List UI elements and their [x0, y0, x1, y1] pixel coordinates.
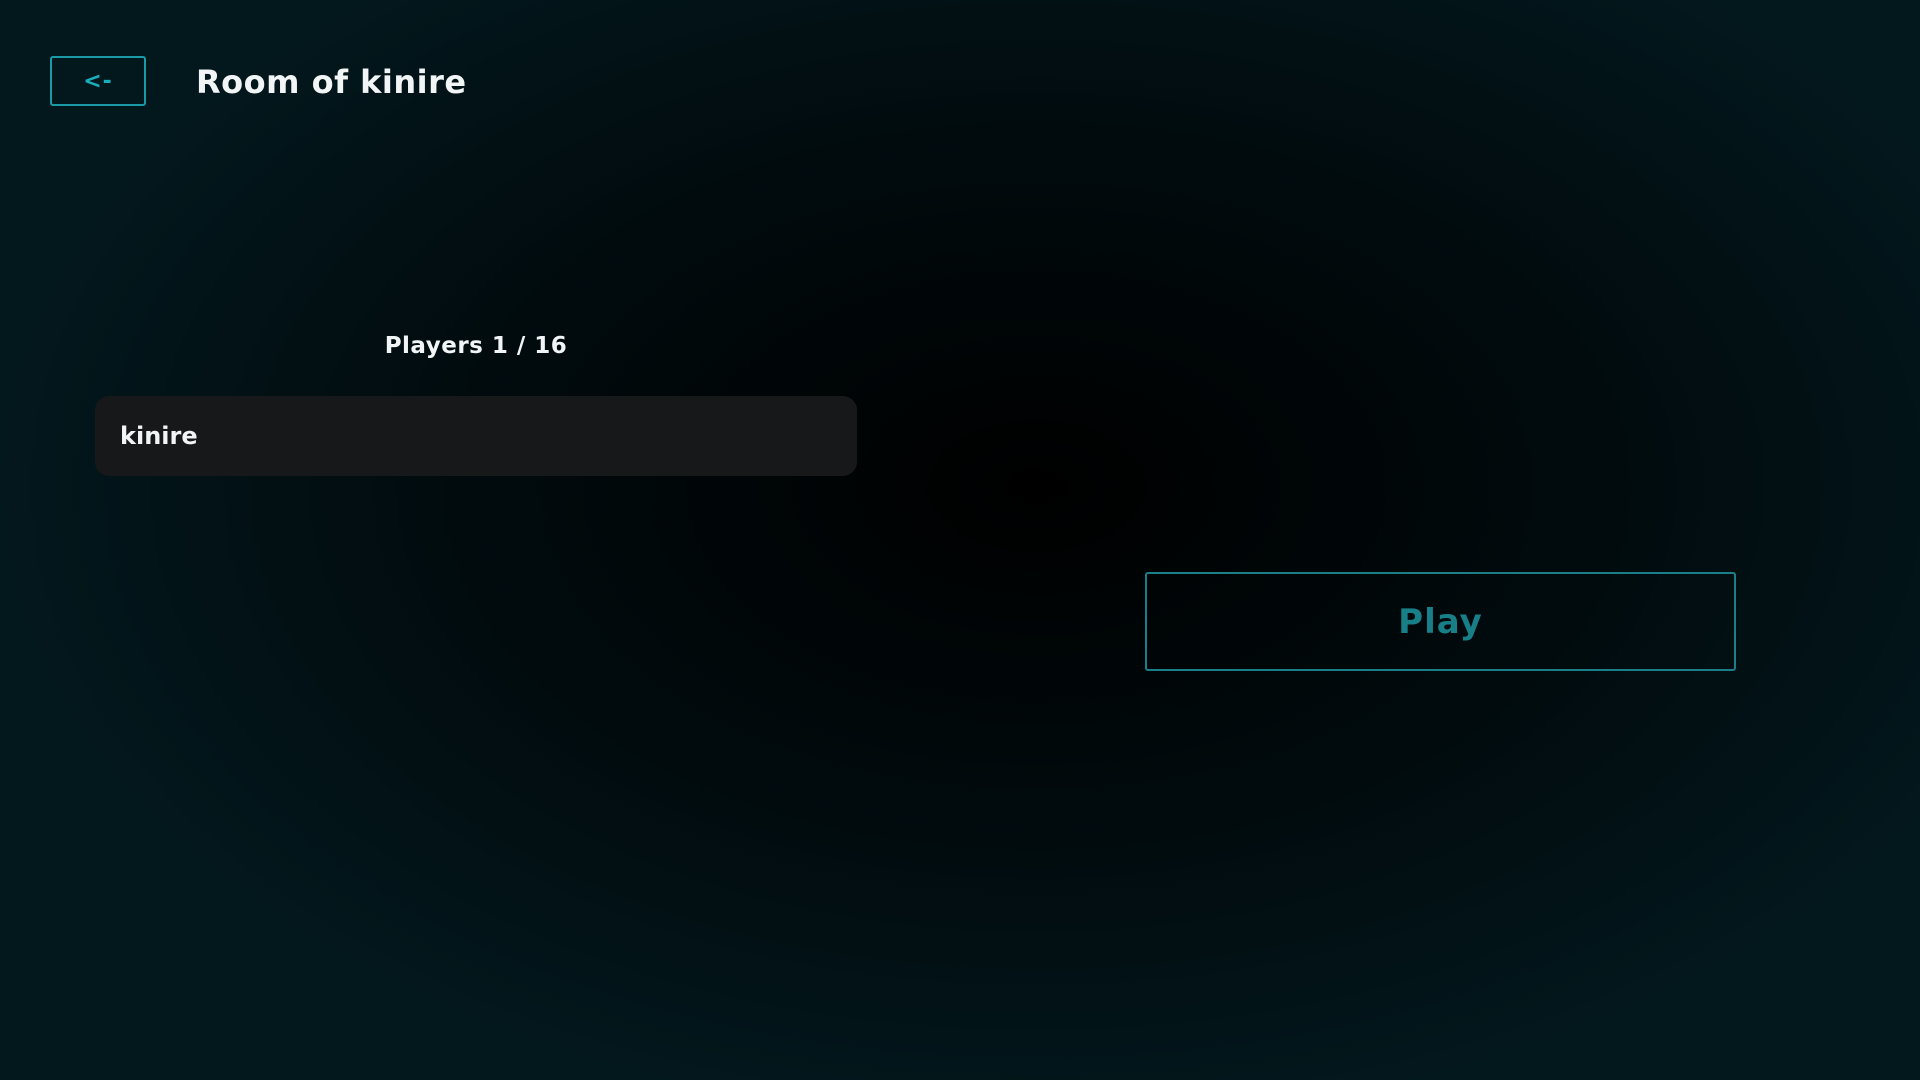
players-count-heading: Players 1 / 16 [384, 333, 568, 359]
page-title: Room of kinire [196, 63, 467, 101]
player-list-item: kinire [95, 396, 857, 476]
play-button[interactable]: Play [1145, 572, 1736, 671]
player-list: kinire [95, 396, 857, 476]
back-button[interactable]: <- [50, 56, 146, 106]
player-name: kinire [120, 422, 198, 450]
